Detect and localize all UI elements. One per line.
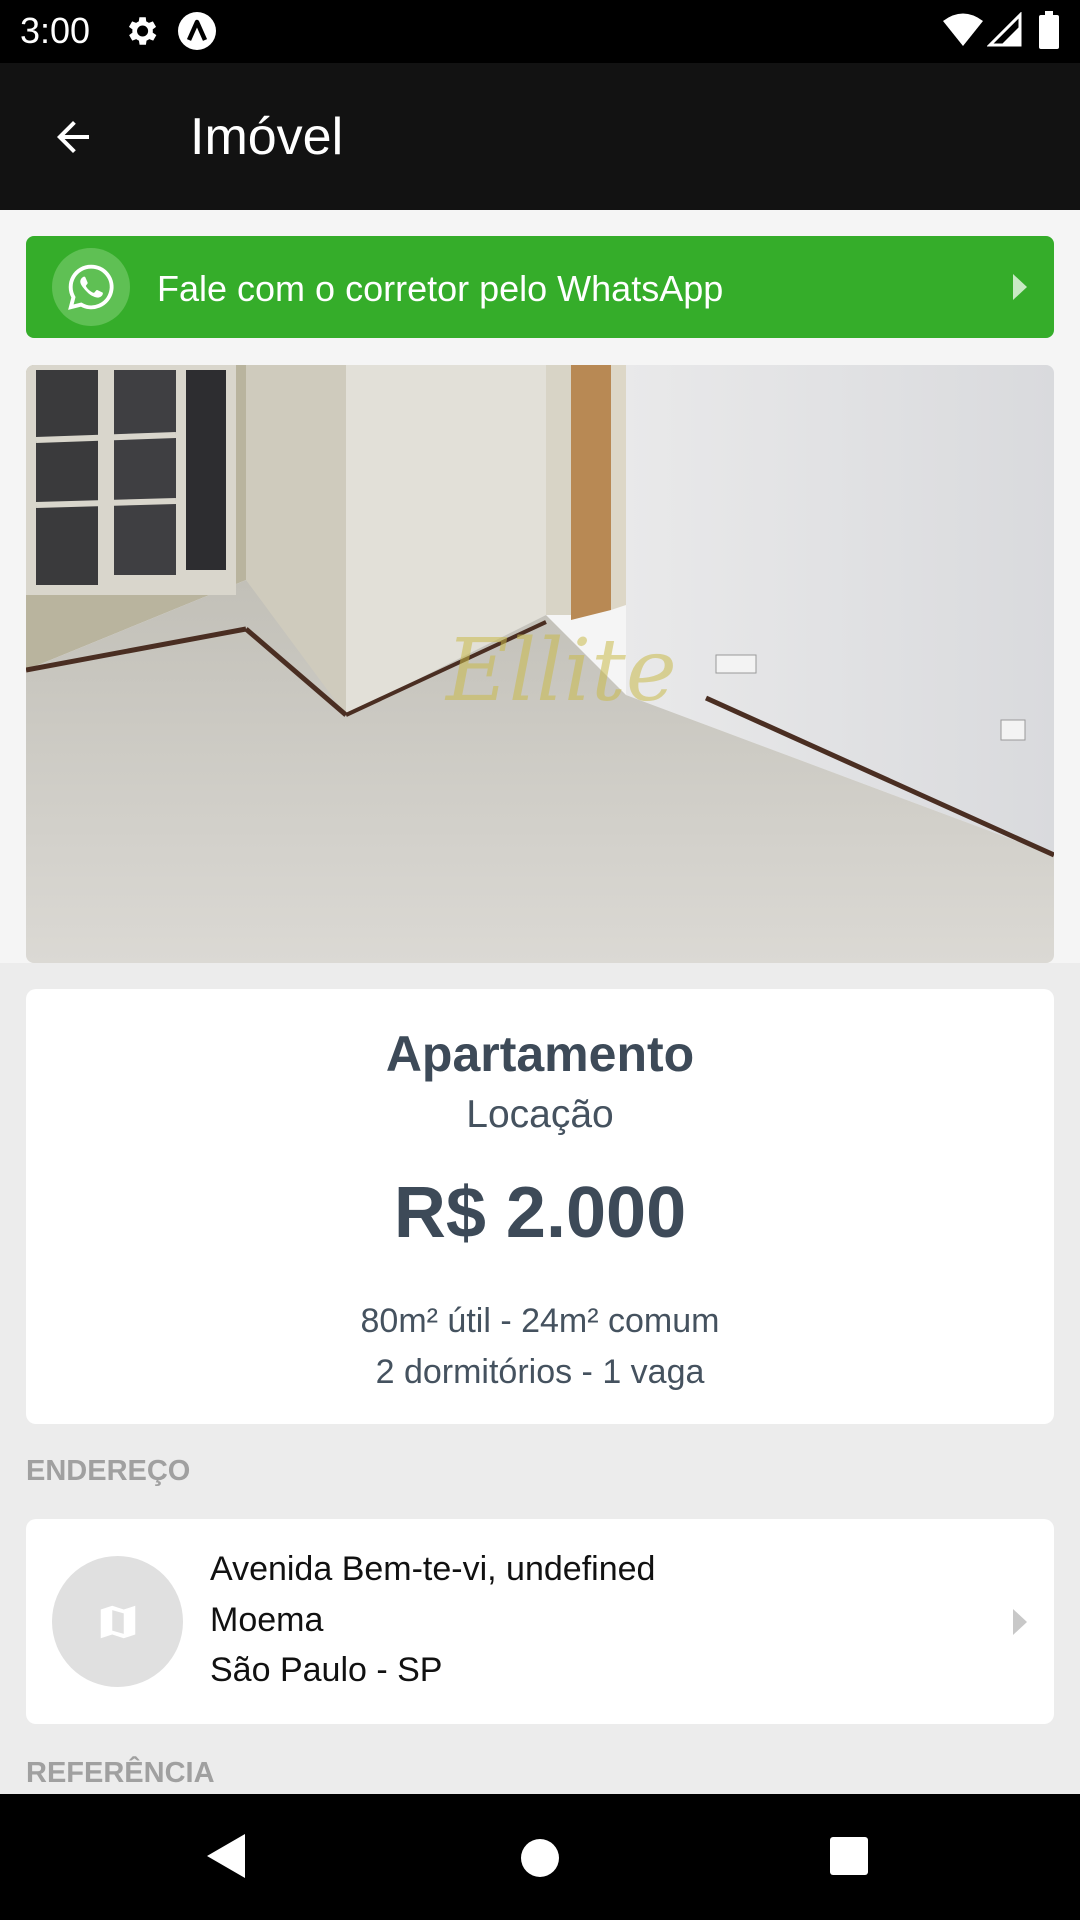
battery-icon bbox=[1039, 11, 1059, 49]
signal-icon bbox=[987, 12, 1022, 47]
map-icon bbox=[100, 1605, 135, 1638]
page-title: Imóvel bbox=[190, 108, 344, 166]
status-time: 3:00 bbox=[20, 10, 91, 51]
whatsapp-section: Fale com o corretor pelo WhatsApp bbox=[0, 210, 1080, 340]
chevron-right-icon bbox=[1013, 274, 1027, 300]
system-nav-bar bbox=[0, 1794, 1080, 1920]
nav-back-icon[interactable] bbox=[205, 1832, 247, 1880]
nav-recents-icon[interactable] bbox=[829, 1836, 869, 1876]
svg-text:Ellite: Ellite bbox=[444, 621, 677, 721]
chevron-right-icon bbox=[1013, 1609, 1027, 1635]
property-price: R$ 2.000 bbox=[393, 1173, 687, 1253]
address-card[interactable]: Avenida Bem-te-vi, undefined Moema São P… bbox=[26, 1519, 1054, 1724]
arrow-back-icon bbox=[57, 121, 89, 153]
back-button[interactable] bbox=[38, 106, 108, 168]
address-neighborhood: Moema bbox=[210, 1601, 324, 1639]
whatsapp-icon-circle bbox=[52, 248, 130, 326]
nav-home-icon[interactable] bbox=[520, 1838, 560, 1878]
status-bar: 3:00 bbox=[0, 0, 1080, 63]
app-bar: Imóvel bbox=[0, 63, 1080, 210]
address-city: São Paulo - SP bbox=[210, 1651, 443, 1689]
whatsapp-icon bbox=[68, 264, 114, 310]
property-area: 80m² útil - 24m² comum bbox=[360, 1302, 720, 1340]
whatsapp-contact-button[interactable]: Fale com o corretor pelo WhatsApp bbox=[26, 236, 1054, 338]
property-photo[interactable]: Ellite bbox=[26, 365, 1054, 963]
whatsapp-button-label: Fale com o corretor pelo WhatsApp bbox=[157, 268, 724, 309]
property-rooms: 2 dormitórios - 1 vaga bbox=[375, 1353, 705, 1391]
app-a-icon bbox=[178, 12, 216, 50]
reference-section-label: REFERÊNCIA bbox=[26, 1757, 215, 1789]
property-info-card: Apartamento Locação R$ 2.000 80m² útil -… bbox=[26, 989, 1054, 1424]
wifi-icon bbox=[943, 13, 983, 46]
map-icon-circle bbox=[52, 1556, 183, 1687]
gear-icon bbox=[128, 17, 157, 45]
photo-section: Ellite bbox=[0, 340, 1080, 963]
address-street: Avenida Bem-te-vi, undefined bbox=[210, 1550, 656, 1588]
property-purpose: Locação bbox=[466, 1093, 614, 1136]
address-section-label: ENDEREÇO bbox=[26, 1455, 191, 1487]
property-type: Apartamento bbox=[385, 1026, 695, 1082]
